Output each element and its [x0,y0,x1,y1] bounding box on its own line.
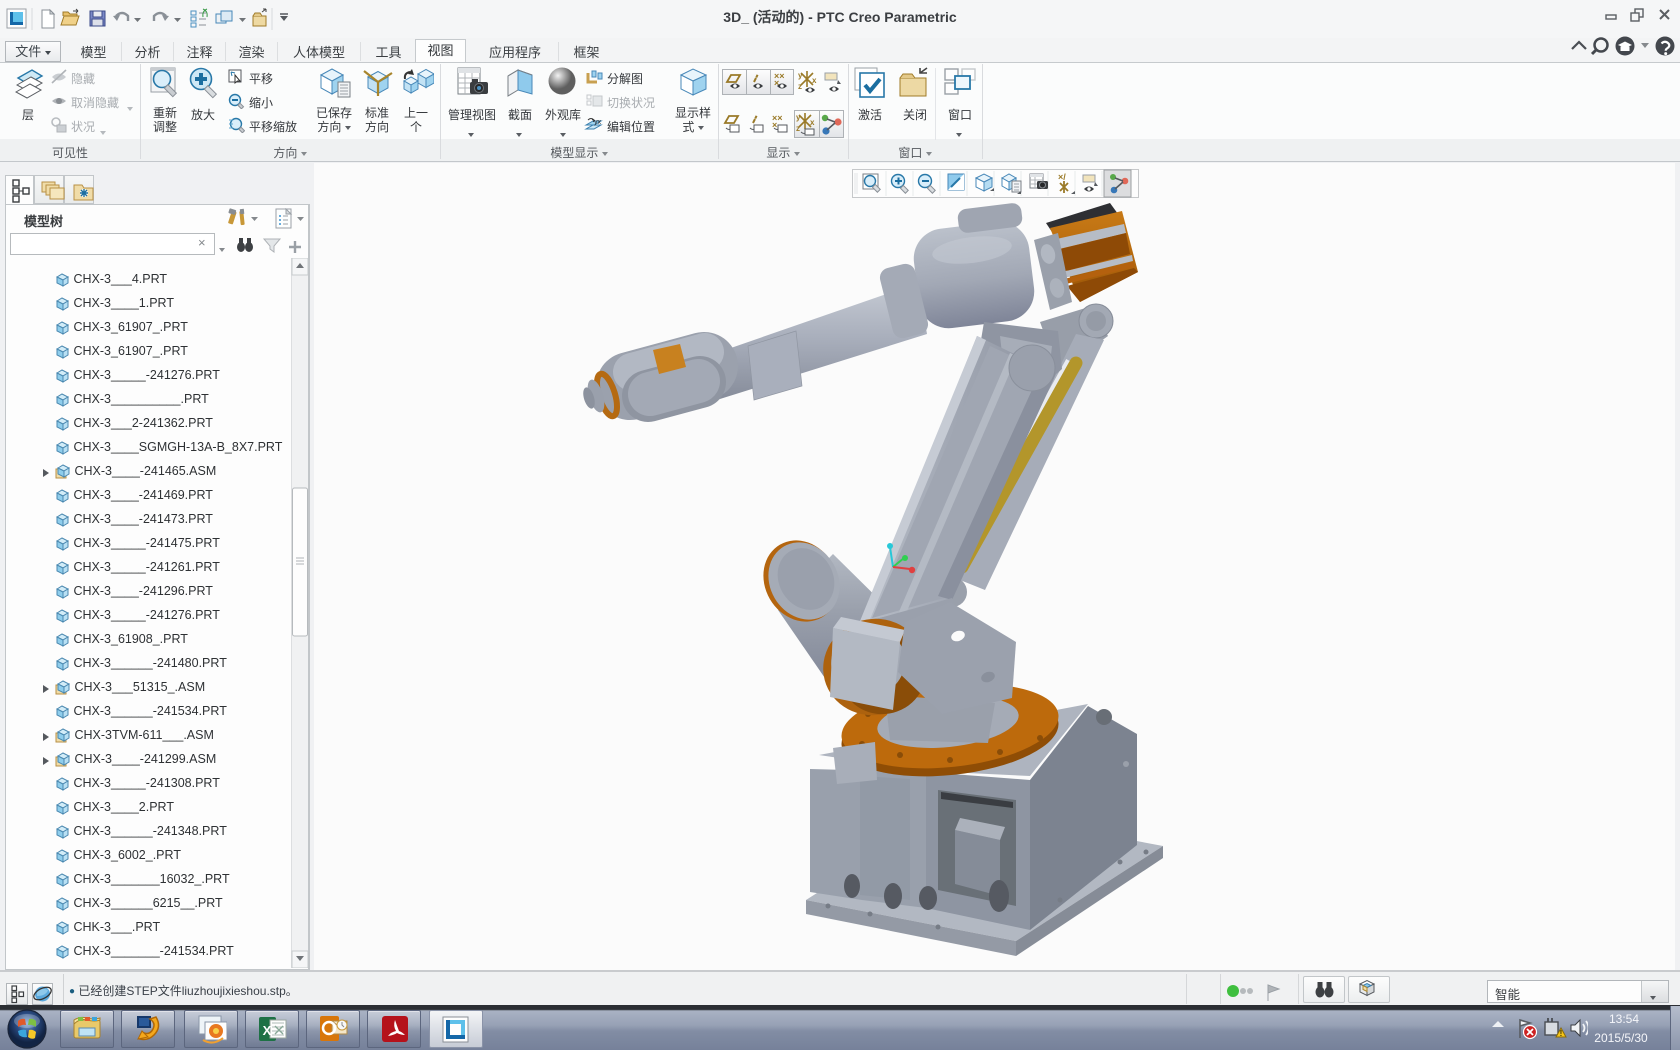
svg-text:y: y [798,71,803,80]
svg-text:z: z [796,124,800,133]
svg-text:!: ! [1560,1029,1563,1038]
svg-text:X: X [263,1023,272,1038]
svg-text:x: x [812,76,817,85]
svg-text:z: z [798,82,802,91]
svg-text:x: x [810,118,815,127]
svg-text:yx: yx [594,119,602,126]
svg-text:y: y [796,113,801,122]
